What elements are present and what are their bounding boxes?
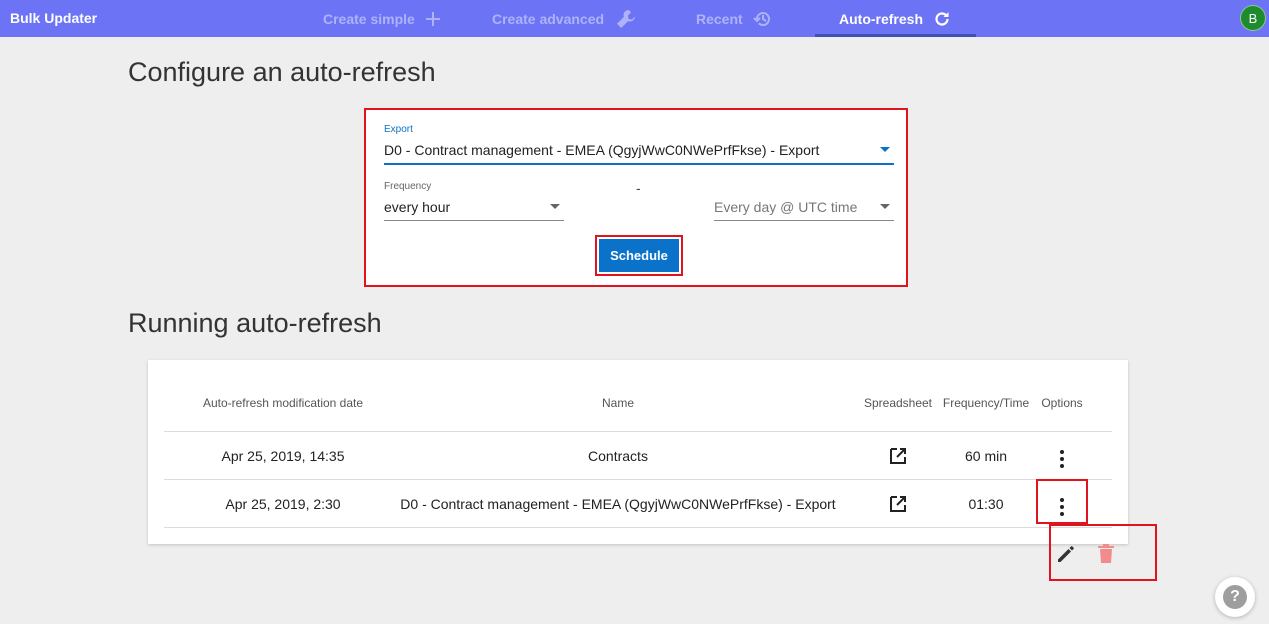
row-name: D0 - Contract management - EMEA (QgyjWwC…: [400, 496, 836, 512]
export-select[interactable]: D0 - Contract management - EMEA (QgyjWwC…: [384, 137, 894, 165]
row-actions-menu: [1049, 524, 1157, 581]
help-button[interactable]: ?: [1215, 577, 1255, 617]
utc-time-select[interactable]: Every day @ UTC time: [714, 194, 894, 221]
options-highlight: [1036, 479, 1088, 524]
table-divider: [164, 527, 1112, 528]
tab-label: Create simple: [323, 10, 415, 27]
row-name: Contracts: [588, 448, 648, 464]
column-header-name: Name: [601, 396, 634, 410]
pencil-icon[interactable]: [1056, 544, 1076, 564]
running-heading: Running auto-refresh: [128, 308, 382, 338]
chevron-down-icon: [880, 147, 890, 152]
tab-label: Recent: [696, 10, 743, 27]
tab-label: Auto-refresh: [839, 10, 924, 27]
configure-form: Export D0 - Contract management - EMEA (…: [364, 108, 908, 287]
utc-time-placeholder: Every day @ UTC time: [714, 199, 858, 215]
column-header-date: Auto-refresh modification date: [202, 396, 364, 410]
frequency-label: Frequency: [384, 181, 432, 192]
help-icon: ?: [1223, 585, 1247, 609]
schedule-highlight: Schedule: [595, 235, 683, 276]
configure-heading: Configure an auto-refresh: [128, 57, 436, 87]
frequency-value: every hour: [384, 199, 451, 215]
column-header-frequency: Frequency/Time: [942, 396, 1030, 410]
column-header-options: Options: [1041, 396, 1083, 410]
top-app-bar: Bulk Updater Create simple Create advanc…: [0, 0, 1269, 37]
column-header-spreadsheet: Spreadsheet: [863, 396, 933, 410]
export-label: Export: [384, 124, 413, 135]
separator: -: [636, 180, 641, 196]
plus-icon: [425, 11, 440, 26]
chevron-down-icon: [880, 204, 890, 209]
table-divider: [164, 479, 1112, 480]
row-date: Apr 25, 2019, 2:30: [225, 496, 341, 512]
more-options-icon[interactable]: [1059, 450, 1065, 468]
active-tab-indicator: [815, 34, 976, 37]
tab-label: Create advanced: [492, 10, 605, 27]
avatar[interactable]: B: [1240, 5, 1266, 31]
app-title[interactable]: Bulk Updater: [10, 10, 97, 26]
history-icon: [752, 11, 770, 26]
tab-recent[interactable]: Recent: [696, 0, 773, 37]
refresh-icon: [935, 11, 949, 26]
wrench-icon: [617, 9, 636, 28]
frequency-select[interactable]: every hour: [384, 194, 564, 221]
row-date: Apr 25, 2019, 14:35: [221, 448, 345, 464]
row-frequency: 01:30: [968, 496, 1004, 512]
open-external-icon[interactable]: [888, 446, 908, 466]
tab-auto-refresh[interactable]: Auto-refresh: [839, 0, 951, 37]
table-divider: [164, 431, 1112, 432]
export-value: D0 - Contract management - EMEA (QgyjWwC…: [384, 142, 820, 158]
running-table: Auto-refresh modification date Name Spre…: [148, 360, 1128, 544]
open-external-icon[interactable]: [888, 494, 908, 514]
chevron-down-icon: [550, 204, 560, 209]
tab-create-advanced[interactable]: Create advanced: [492, 0, 638, 37]
schedule-button[interactable]: Schedule: [599, 239, 679, 272]
tab-create-simple[interactable]: Create simple: [323, 0, 441, 37]
trash-icon[interactable]: [1097, 544, 1115, 564]
row-frequency: 60 min: [964, 448, 1008, 464]
